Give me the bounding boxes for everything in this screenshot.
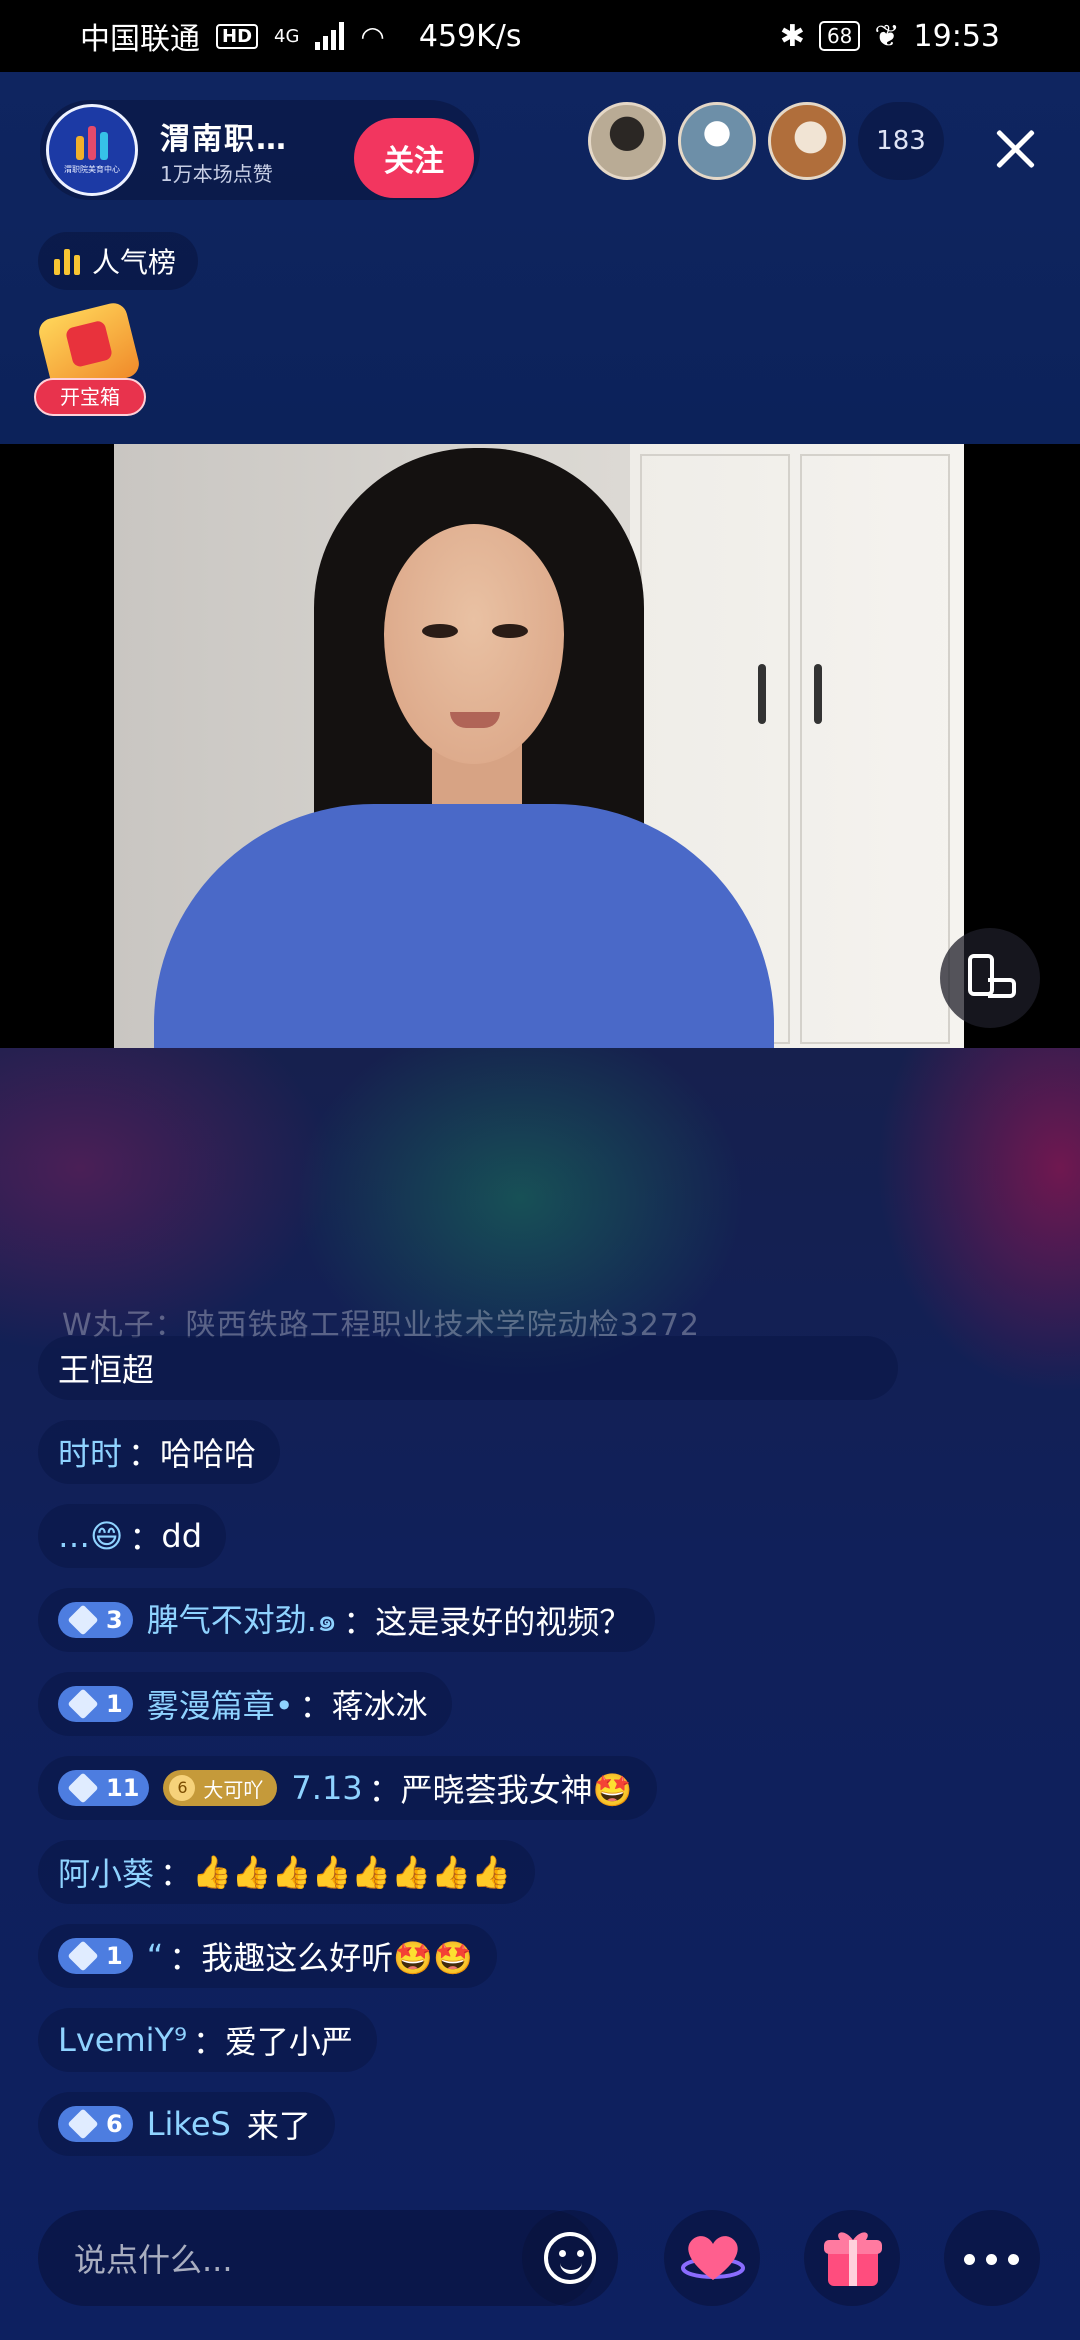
diamond-icon [67,1604,99,1636]
chat-message[interactable]: 11 6 大可吖 7.13 ： 严晓荟我女神🤩 [38,1756,657,1820]
live-header: 渭职院美育中心 渭南职… 1万本场点赞 关注 183 人气榜 开宝箱 [0,72,1080,444]
chat-message[interactable]: 6 LikeS 来了 [38,2092,335,2156]
host-name: 渭南职… [160,122,288,157]
like-button[interactable] [664,2210,760,2306]
battery-indicator: 68 [818,21,861,51]
chat-message[interactable]: 时时 ： 哈哈哈 [38,1420,281,1484]
host-logo-icon [76,125,108,160]
diamond-icon [67,1772,99,1804]
chat-message[interactable]: 王恒超 [38,1336,898,1400]
user-level-badge: 6 [58,2106,133,2142]
diamond-icon [67,2108,99,2140]
host-logo-text: 渭职院美育中心 [64,164,120,174]
viewer-count[interactable]: 183 [858,102,944,180]
comment-input[interactable]: 说点什么... [38,2210,598,2306]
more-button[interactable] [944,2210,1040,2306]
rank-label: 人气榜 [92,246,177,279]
wifi-icon: ◠ [360,19,385,53]
chat-message[interactable]: 1 “ ： 我趣这么好听🤩🤩 [38,1924,497,1988]
smile-icon [544,2232,596,2284]
viewer-avatar[interactable] [678,102,756,180]
viewer-avatar[interactable] [588,102,666,180]
video-frame [114,444,964,1048]
emoji-button[interactable] [522,2210,618,2306]
popularity-rank-button[interactable]: 人气榜 [38,232,199,290]
chat-message[interactable]: 3 脾气不对劲.๑ ： 这是录好的视频？ [38,1588,656,1652]
viewer-list: 183 [588,102,944,180]
bar-chart-icon [54,247,80,275]
host-avatar[interactable]: 渭职院美育中心 [46,104,138,196]
hd-badge: HD [216,23,259,49]
host-likes: 1万本场点赞 [160,162,273,186]
chat-message[interactable]: LvemiY⁹ ： 爱了小严 [38,2008,377,2072]
user-level-badge: 11 [58,1770,150,1806]
user-level-badge: 1 [58,1686,133,1722]
gift-icon [824,2232,882,2286]
follow-button[interactable]: 关注 [354,118,474,198]
diamond-icon [67,1688,99,1720]
user-level-badge: 1 [58,1938,133,1974]
signal-icon [315,22,345,50]
chat-message[interactable]: 阿小葵 ： 👍👍👍👍👍👍👍👍 [38,1840,535,1904]
net-speed: 459K/s [418,18,522,54]
treasure-box-button[interactable]: 开宝箱 [34,300,146,418]
diamond-icon [67,1940,99,1972]
treasure-label: 开宝箱 [34,378,146,416]
chat-message[interactable]: 1 雾漫篇章• ： 蒋冰冰 [38,1672,452,1736]
gift-button[interactable] [804,2210,900,2306]
chat-message[interactable]: …😄 ： dd [38,1504,226,1568]
bluetooth-icon: ✱ [779,18,805,54]
fan-club-badge: 6 大可吖 [163,1770,278,1806]
user-level-badge: 3 [58,1602,133,1638]
carrier-label: 中国联通 [80,22,200,57]
more-icon [964,2254,1020,2265]
viewer-avatar[interactable] [768,102,846,180]
rotate-screen-icon[interactable] [940,928,1040,1028]
close-icon[interactable] [990,124,1040,174]
network-label: 4G [274,25,300,47]
clock: 19:53 [913,18,1000,54]
heart-icon [681,2236,745,2280]
status-bar: 中国联通 HD 4G ◠ 459K/s ✱ 68 ❦ 19:53 [0,0,1080,72]
video-player[interactable] [0,444,1080,1048]
leaf-icon: ❦ [874,18,900,54]
